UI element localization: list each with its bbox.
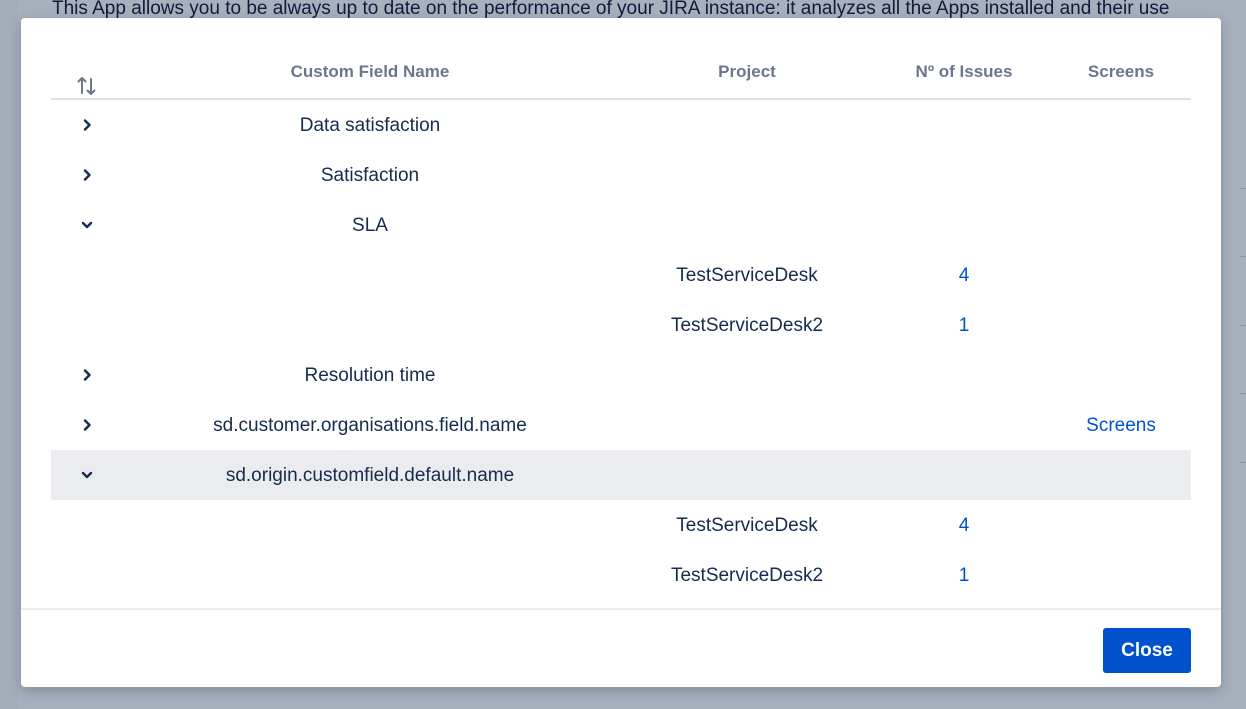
custom-field-name: Resolution time (304, 365, 436, 386)
project-row: TestServiceDesk 4 (51, 500, 1191, 550)
table-body: Data satisfaction Satisfaction SLA TestServ… (51, 100, 1191, 600)
field-row[interactable]: sd.origin.customfield.default.name (51, 450, 1191, 500)
header-issues-count[interactable]: Nº of Issues (877, 62, 1051, 82)
field-row[interactable]: Data satisfaction (51, 100, 1191, 150)
chevron-right-icon[interactable] (79, 117, 95, 133)
custom-field-name: Data satisfaction (299, 115, 441, 136)
project-row: TestServiceDesk2 1 (51, 550, 1191, 600)
close-button[interactable]: Close (1103, 628, 1191, 673)
project-name: TestServiceDesk2 (670, 315, 824, 336)
background-intro-text: This App allows you to be always up to d… (52, 0, 1170, 19)
custom-field-name: sd.origin.customfield.default.name (225, 465, 515, 486)
chevron-down-icon[interactable] (79, 217, 95, 233)
custom-field-name: sd.customer.organisations.field.name (213, 415, 527, 436)
background-divider (1240, 393, 1246, 394)
header-custom-field-name[interactable]: Custom Field Name (123, 62, 617, 82)
chevron-right-icon[interactable] (79, 417, 95, 433)
background-divider (1240, 188, 1246, 189)
project-name: TestServiceDesk (676, 265, 818, 286)
issues-count-link[interactable]: 1 (877, 315, 1051, 337)
project-row: TestServiceDesk2 1 (51, 300, 1191, 350)
custom-fields-dialog: Custom Field Name Project Nº of Issues S… (21, 18, 1221, 687)
table-header: Custom Field Name Project Nº of Issues S… (51, 48, 1191, 100)
dialog-body: Custom Field Name Project Nº of Issues S… (51, 48, 1191, 608)
project-name: TestServiceDesk2 (670, 565, 824, 586)
header-project[interactable]: Project (617, 62, 877, 82)
chevron-right-icon[interactable] (79, 167, 95, 183)
project-row: TestServiceDesk 4 (51, 250, 1191, 300)
dialog-footer: Close (21, 608, 1221, 687)
field-row[interactable]: Satisfaction (51, 150, 1191, 200)
field-row[interactable]: Resolution time (51, 350, 1191, 400)
custom-field-name: Satisfaction (320, 165, 420, 186)
project-name: TestServiceDesk (676, 515, 818, 536)
chevron-down-icon[interactable] (79, 467, 95, 483)
chevron-right-icon[interactable] (79, 367, 95, 383)
issues-count-link[interactable]: 4 (877, 515, 1051, 537)
issues-count-link[interactable]: 4 (877, 265, 1051, 287)
sort-arrows-icon[interactable] (75, 74, 99, 98)
screens-link[interactable]: Screens (1051, 415, 1191, 437)
background-divider (1240, 325, 1246, 326)
issues-count-link[interactable]: 1 (877, 565, 1051, 587)
background-divider (1240, 462, 1246, 463)
custom-field-name: SLA (352, 215, 388, 236)
background-divider (1240, 256, 1246, 257)
field-row[interactable]: sd.customer.organisations.field.name Scre… (51, 400, 1191, 450)
header-screens[interactable]: Screens (1051, 62, 1191, 82)
field-row[interactable]: SLA (51, 200, 1191, 250)
